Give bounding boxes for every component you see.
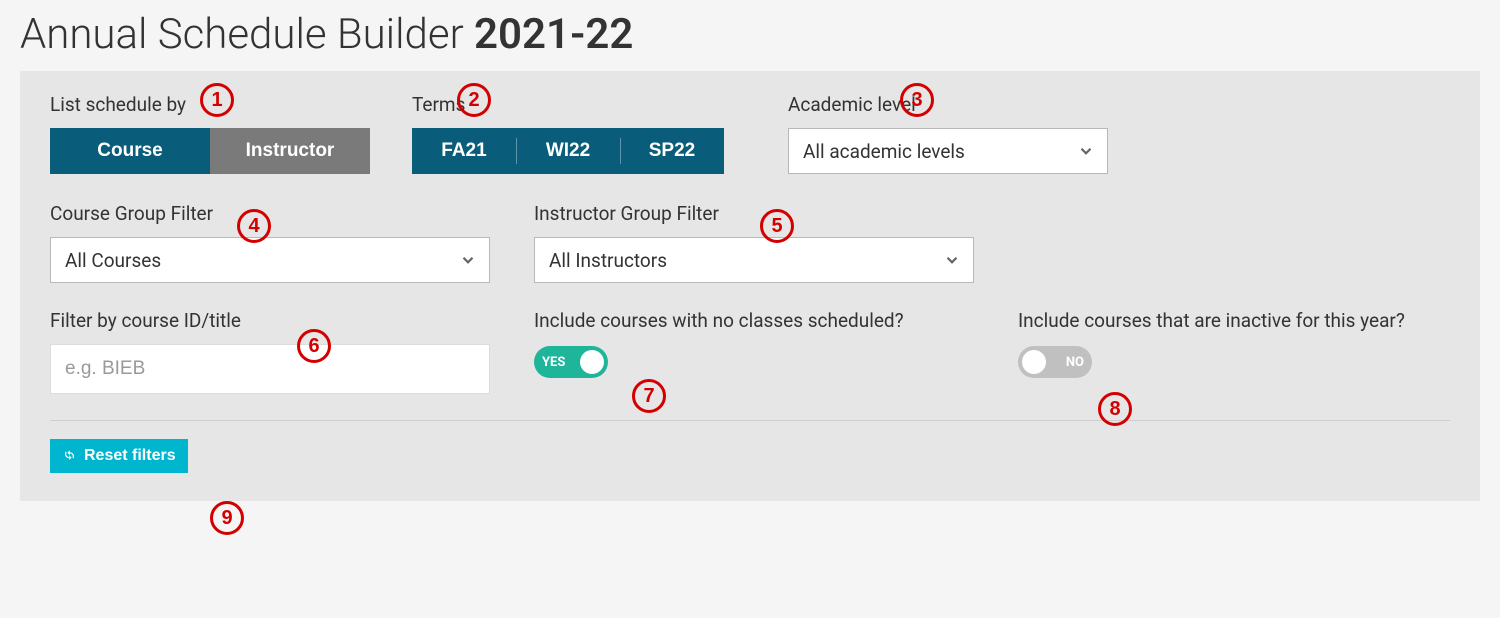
academic-level-label: Academic level [788,93,1108,116]
instructor-group-value: All Instructors [549,249,667,272]
toggle-off-label: NO [1066,355,1084,370]
instructor-group-filter-label: Instructor Group Filter [534,202,974,225]
page-title-year: 2021-22 [474,10,633,59]
include-no-classes-group: Include courses with no classes schedule… [534,309,974,378]
toggle-knob [580,350,604,374]
term-fa21-button[interactable]: FA21 [412,128,516,174]
chevron-down-icon [1077,142,1095,160]
include-no-classes-label: Include courses with no classes schedule… [534,309,964,332]
refresh-icon [62,448,78,464]
toggle-on-label: YES [542,355,565,370]
terms-label: Terms [412,93,724,116]
divider [50,420,1450,421]
reset-filters-label: Reset filters [84,447,176,465]
academic-level-value: All academic levels [803,140,965,163]
terms-group: Terms FA21 WI22 SP22 [412,93,724,174]
course-group-select[interactable]: All Courses [50,237,490,283]
course-id-filter-group: Filter by course ID/title [50,309,490,394]
term-wi22-button[interactable]: WI22 [516,128,620,174]
chevron-down-icon [943,251,961,269]
chevron-down-icon [459,251,477,269]
list-schedule-by-label: List schedule by [50,93,370,116]
list-schedule-by-group: List schedule by Course Instructor [50,93,370,174]
page-title-prefix: Annual Schedule Builder [20,10,474,59]
list-schedule-by-segmented: Course Instructor [50,128,370,174]
list-by-course-button[interactable]: Course [50,128,210,174]
page-title: Annual Schedule Builder 2021-22 [20,10,1480,59]
include-no-classes-toggle[interactable]: YES [534,346,608,378]
toggle-knob [1022,350,1046,374]
list-by-instructor-button[interactable]: Instructor [210,128,370,174]
reset-filters-button[interactable]: Reset filters [50,439,188,473]
instructor-group-filter-group: Instructor Group Filter All Instructors [534,202,974,283]
terms-buttons: FA21 WI22 SP22 [412,128,724,174]
include-inactive-group: Include courses that are inactive for th… [1018,309,1450,378]
callout-9: 9 [210,501,244,535]
academic-level-group: Academic level All academic levels [788,93,1108,174]
course-group-filter-label: Course Group Filter [50,202,490,225]
instructor-group-select[interactable]: All Instructors [534,237,974,283]
course-id-filter-input[interactable] [50,344,490,394]
filter-panel: List schedule by Course Instructor Terms… [20,71,1480,501]
course-id-filter-label: Filter by course ID/title [50,309,490,332]
term-sp22-button[interactable]: SP22 [620,128,724,174]
academic-level-select[interactable]: All academic levels [788,128,1108,174]
include-inactive-toggle[interactable]: NO [1018,346,1092,378]
course-group-filter-group: Course Group Filter All Courses [50,202,490,283]
include-inactive-label: Include courses that are inactive for th… [1018,309,1448,332]
course-group-value: All Courses [65,249,161,272]
